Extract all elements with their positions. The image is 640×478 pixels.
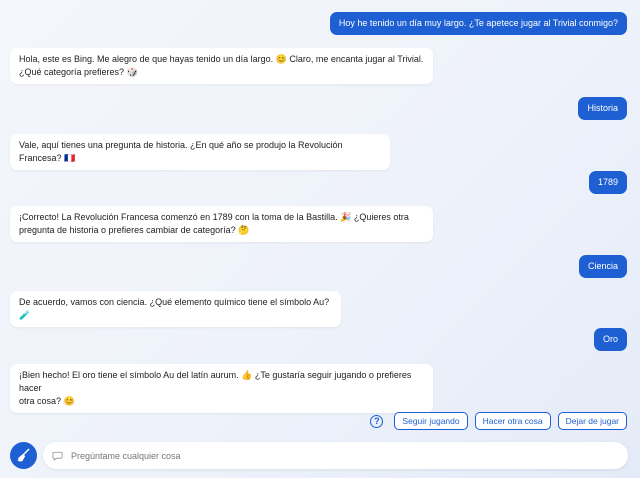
bot-message: ¡Bien hecho! El oro tiene el símbolo Au …: [10, 364, 433, 413]
suggestion-hacer-otra-cosa[interactable]: Hacer otra cosa: [474, 412, 551, 430]
bot-message: Hola, este es Bing. Me alegro de que hay…: [10, 48, 433, 84]
question-circle-icon[interactable]: ?: [370, 414, 384, 428]
chat-bubble-icon: [52, 451, 63, 461]
message-text: 1789: [597, 177, 618, 187]
message-line: Vale, aquí tienes una pregunta de histor…: [19, 140, 343, 163]
user-message: 1789: [588, 171, 627, 194]
message-line: De acuerdo, vamos con ciencia. ¿Qué elem…: [19, 297, 330, 320]
suggestion-bar: ? Seguir jugando Hacer otra cosa Dejar d…: [370, 412, 627, 430]
user-message: Oro: [593, 328, 627, 351]
chat-input-bar[interactable]: [43, 442, 628, 469]
suggestion-dejar-de-jugar[interactable]: Dejar de jugar: [557, 412, 627, 430]
message-line: pregunta de historia o prefieres cambiar…: [19, 225, 250, 235]
bot-message: ¡Correcto! La Revolución Francesa comenz…: [10, 206, 433, 242]
message-text: Oro: [602, 334, 618, 344]
broom-icon: [17, 448, 30, 462]
message-line: ¡Bien hecho! El oro tiene el símbolo Au …: [19, 370, 412, 393]
chat-input[interactable]: [69, 449, 628, 462]
message-text: Historia: [587, 103, 618, 113]
message-line: ¡Correcto! La Revolución Francesa comenz…: [19, 212, 409, 222]
bot-message: Vale, aquí tienes una pregunta de histor…: [10, 134, 390, 170]
user-message: Ciencia: [578, 255, 627, 278]
suggestion-seguir-jugando[interactable]: Seguir jugando: [394, 412, 468, 430]
new-topic-button[interactable]: [10, 442, 37, 469]
user-message: Historia: [578, 97, 627, 120]
message-line: Hola, este es Bing. Me alegro de que hay…: [19, 54, 424, 64]
message-line: otra cosa? 😊: [19, 396, 75, 406]
message-line: ¿Qué categoría prefieres? 🎲: [19, 67, 138, 77]
message-text: Hoy he tenido un día muy largo. ¿Te apet…: [338, 18, 618, 28]
bot-message: De acuerdo, vamos con ciencia. ¿Qué elem…: [10, 291, 341, 327]
message-text: Ciencia: [587, 261, 618, 271]
user-message: Hoy he tenido un día muy largo. ¿Te apet…: [329, 12, 627, 35]
